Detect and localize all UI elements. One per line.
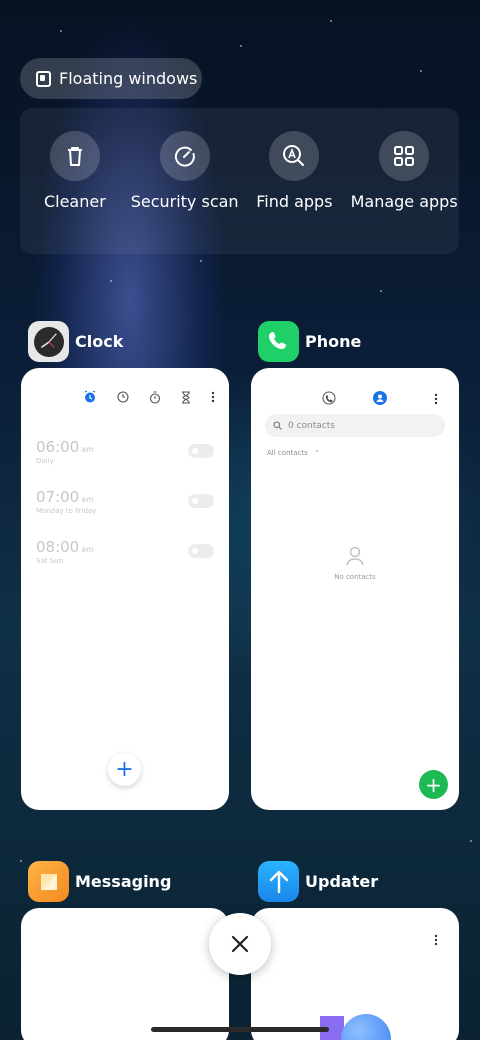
star	[240, 45, 242, 47]
updater-app-icon	[258, 861, 299, 902]
messaging-app-preview[interactable]	[21, 908, 229, 1040]
speedometer-icon	[159, 131, 210, 181]
quick-actions-panel: Cleaner Security scan Find apps Manage a…	[20, 108, 459, 254]
alarm-time-value: 08:00	[36, 538, 80, 556]
clock-app-header[interactable]: Clock	[28, 321, 123, 362]
alarm-ampm: am	[81, 495, 94, 504]
floating-windows-label: Floating windows	[59, 69, 198, 88]
star	[420, 70, 422, 72]
alarm-toggle[interactable]	[188, 444, 214, 458]
alarm-time: 06:00 am	[36, 438, 214, 456]
search-icon	[273, 421, 282, 430]
manage-apps-label: Manage apps	[350, 192, 458, 211]
close-icon	[231, 935, 249, 953]
contacts-filter-dropdown[interactable]: All contacts ⌃	[267, 449, 320, 457]
updater-app-header[interactable]: Updater	[258, 861, 378, 902]
search-apps-icon	[269, 131, 320, 181]
star	[60, 30, 62, 32]
trash-icon	[49, 131, 100, 181]
contacts-filter-label: All contacts	[267, 449, 308, 457]
alarm-time: 08:00 am	[36, 538, 214, 556]
alarm-item[interactable]: 06:00 am Daily	[36, 438, 214, 478]
alarm-toggle[interactable]	[188, 494, 214, 508]
clear-all-button[interactable]	[209, 913, 271, 975]
alarm-repeat: Monday to Friday	[36, 507, 97, 515]
contacts-search-input[interactable]: 0 contacts	[265, 414, 445, 437]
alarm-repeat: Daily	[36, 457, 54, 465]
star	[200, 260, 202, 262]
clock-app-icon	[28, 321, 69, 362]
update-illustration-circle	[341, 1014, 391, 1040]
no-contacts-text: No contacts	[334, 573, 376, 581]
phone-app-preview[interactable]: 0 contacts All contacts ⌃ No contacts +	[251, 368, 459, 810]
call-log-tab-icon[interactable]	[322, 391, 336, 405]
cleaner-button[interactable]: Cleaner	[20, 108, 130, 254]
star	[330, 20, 332, 22]
find-apps-label: Find apps	[256, 192, 333, 211]
updater-app-preview[interactable]	[251, 908, 459, 1040]
star	[110, 280, 112, 282]
messaging-app-header[interactable]: Messaging	[28, 861, 171, 902]
manage-apps-button[interactable]: Manage apps	[349, 108, 459, 254]
dropdown-icon: ⌃	[313, 449, 320, 457]
updater-app-name: Updater	[305, 872, 379, 891]
phone-app-header[interactable]: Phone	[258, 321, 361, 362]
clock-app-preview[interactable]: 06:00 am Daily 07:00 am Monday to Friday 0…	[21, 368, 229, 810]
home-indicator[interactable]	[151, 1027, 329, 1032]
messaging-app-icon	[28, 861, 69, 902]
phone-app-icon	[258, 321, 299, 362]
star	[20, 860, 22, 862]
more-options-icon[interactable]	[434, 393, 438, 405]
floating-windows-button[interactable]: Floating windows	[20, 58, 202, 99]
clock-tabs	[83, 390, 215, 404]
star	[470, 840, 472, 842]
stopwatch-icon[interactable]	[149, 390, 161, 404]
alarm-ampm: am	[81, 445, 94, 454]
contacts-tab-icon[interactable]	[373, 391, 387, 405]
cleaner-label: Cleaner	[43, 192, 106, 211]
star	[380, 290, 382, 292]
more-options-icon[interactable]	[211, 391, 215, 403]
alarm-time-value: 06:00	[36, 438, 80, 456]
search-placeholder: 0 contacts	[288, 420, 335, 431]
messaging-app-name: Messaging	[75, 872, 172, 891]
floating-window-icon	[36, 70, 51, 87]
alarm-ampm: am	[81, 545, 94, 554]
add-alarm-button[interactable]: +	[108, 753, 141, 786]
more-options-icon[interactable]	[434, 934, 438, 946]
alarm-repeat: Sat Sun	[36, 557, 64, 565]
alarm-toggle[interactable]	[188, 544, 214, 558]
find-apps-button[interactable]: Find apps	[240, 108, 350, 254]
add-contact-button[interactable]: +	[419, 770, 448, 799]
person-icon	[346, 546, 364, 566]
security-scan-label: Security scan	[130, 192, 239, 211]
grid-icon	[379, 131, 430, 181]
alarm-time-value: 07:00	[36, 488, 80, 506]
phone-app-name: Phone	[305, 332, 362, 351]
timer-icon[interactable]	[181, 390, 191, 404]
alarm-time: 07:00 am	[36, 488, 214, 506]
security-scan-button[interactable]: Security scan	[130, 108, 240, 254]
alarm-item[interactable]: 07:00 am Monday to Friday	[36, 488, 214, 528]
alarm-item[interactable]: 08:00 am Sat Sun	[36, 538, 214, 578]
clock-app-name: Clock	[75, 332, 124, 351]
alarm-icon[interactable]	[83, 390, 97, 404]
world-clock-icon[interactable]	[117, 391, 129, 403]
